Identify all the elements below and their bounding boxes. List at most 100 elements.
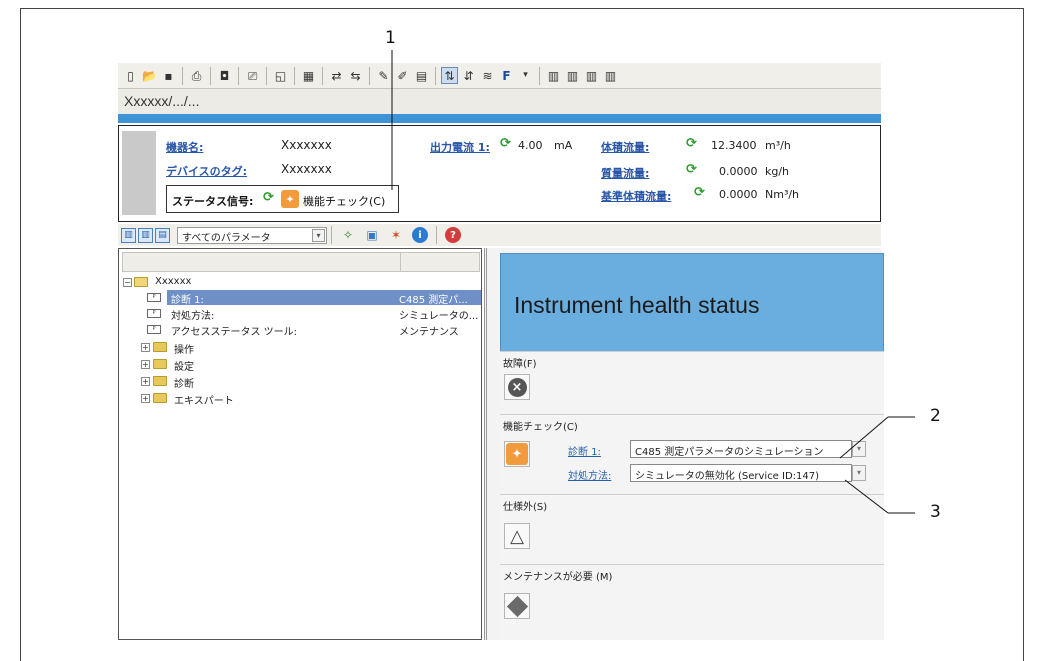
parameter-icon: P <box>147 309 161 318</box>
tree-folder-operation[interactable]: + 操作 <box>119 340 481 356</box>
parameter-icon[interactable]: ≋ <box>479 67 496 84</box>
callout-1: 1 <box>385 28 396 48</box>
toolbar-divider <box>322 66 323 85</box>
wizard-icon[interactable]: ✧ <box>340 227 356 243</box>
tree-leaf-value: メンテナンス <box>399 327 459 338</box>
output-current-label[interactable]: 出力電流 1: <box>430 139 490 155</box>
layout-1-icon[interactable]: ▥ <box>121 227 136 243</box>
tree-leaf-label: 診断 1: <box>171 295 204 306</box>
chart-icon[interactable]: ▥ <box>602 67 619 84</box>
callout-3: 3 <box>930 502 941 522</box>
diagnostic-field[interactable]: C485 測定パラメータのシミュレーション <box>630 440 852 458</box>
tree-root[interactable]: − Xxxxxx <box>119 275 481 290</box>
failure-section: 故障(F) × <box>500 351 884 414</box>
help-icon[interactable]: ? <box>445 227 461 243</box>
tree-leaf-access-status[interactable]: P アクセスステータス ツール: メンテナンス <box>119 322 481 338</box>
refresh-icon: ⟳ <box>686 136 697 151</box>
chart-icon[interactable]: ▥ <box>564 67 581 84</box>
layout-2-icon[interactable]: ▥ <box>138 227 153 243</box>
out-of-spec-icon-box: △ <box>504 523 530 549</box>
diagnostic-label[interactable]: 診断 1: <box>568 443 601 458</box>
device-header-panel: 機器名: Xxxxxxx デバイスのタグ: Xxxxxxx ステータス信号: ⟳… <box>118 125 881 222</box>
wrench-icon: ✦ <box>281 190 299 208</box>
favorite-icon[interactable]: ✶ <box>388 227 404 243</box>
info-icon[interactable]: i <box>412 227 428 243</box>
toolbar-divider <box>331 226 332 244</box>
chart-icon[interactable]: ▥ <box>583 67 600 84</box>
chevron-down-icon[interactable]: ▾ <box>852 465 866 481</box>
function-check-icon-box: ✦ <box>504 441 530 467</box>
save-icon[interactable]: ▪ <box>160 67 177 84</box>
device-name-label[interactable]: 機器名: <box>166 139 203 155</box>
device-icon[interactable]: ◘ <box>216 67 233 84</box>
remedy-label[interactable]: 対処方法: <box>568 467 611 482</box>
corrected-volume-flow-label[interactable]: 基準体積流量: <box>601 188 671 204</box>
breadcrumb: Xxxxxx/.../... <box>118 89 881 114</box>
chevron-down-icon[interactable]: ▾ <box>852 441 866 457</box>
chevron-down-icon[interactable]: ▾ <box>312 228 325 242</box>
new-document-icon[interactable]: ▯ <box>122 67 139 84</box>
tree-leaf-value: シミュレータの... <box>399 311 479 322</box>
pen-icon[interactable]: ✐ <box>394 67 411 84</box>
online-icon[interactable]: ⇅ <box>441 67 458 84</box>
offline-icon[interactable]: ⇵ <box>460 67 477 84</box>
toolbar-divider <box>294 66 295 85</box>
device-tag-label[interactable]: デバイスのタグ: <box>166 163 247 179</box>
window-icon[interactable]: ◱ <box>272 67 289 84</box>
volume-flow-value: 12.3400 <box>711 139 757 152</box>
parameter-filter-select[interactable]: すべてのパラメータ ▾ <box>177 226 327 244</box>
remedy-field[interactable]: シミュレータの無効化 (Service ID:147) <box>630 464 852 482</box>
function-button[interactable]: F <box>498 67 515 84</box>
corrected-volume-flow-value: 0.0000 <box>719 188 758 201</box>
layout-3-icon[interactable]: ▤ <box>155 227 170 243</box>
chevron-down-icon[interactable]: ▾ <box>517 67 534 84</box>
expand-icon[interactable]: + <box>141 377 150 386</box>
chart-icon[interactable]: ▥ <box>545 67 562 84</box>
document-icon[interactable]: ▣ <box>364 227 380 243</box>
edit-icon[interactable]: ✎ <box>375 67 392 84</box>
status-signal-label: ステータス信号: <box>172 195 254 208</box>
failure-icon-box: × <box>504 374 530 400</box>
corrected-volume-flow-unit: Nm³/h <box>765 188 800 201</box>
grid-icon[interactable]: ▦ <box>300 67 317 84</box>
refresh-icon: ⟳ <box>500 136 511 151</box>
mass-flow-label[interactable]: 質量流量: <box>601 165 649 181</box>
folder-icon <box>153 393 167 403</box>
output-current-value: 4.00 <box>518 139 543 152</box>
expand-icon[interactable]: + <box>141 360 150 369</box>
status-signal-box: ステータス信号: ⟳ ✦ 機能チェック(C) <box>166 185 399 213</box>
refresh-icon: ⟳ <box>694 185 705 200</box>
function-check-title: 機能チェック(C) <box>503 422 578 433</box>
tree-folder-diagnostics[interactable]: + 診断 <box>119 374 481 390</box>
status-signal-value: 機能チェック(C) <box>303 195 386 208</box>
collapse-icon[interactable]: − <box>123 278 132 287</box>
tree-leaf-diagnostic[interactable]: P 診断 1: C485 測定パ... <box>119 290 481 306</box>
expand-icon[interactable]: + <box>141 394 150 403</box>
toolbar-divider <box>369 66 370 85</box>
expand-icon[interactable]: + <box>141 343 150 352</box>
print-icon[interactable]: ⎙ <box>188 67 205 84</box>
main-toolbar: ▯ 📂 ▪ ⎙ ◘ ⎚ ◱ ▦ ⇄ ⇆ ✎ ✐ ▤ ⇅ ⇵ ≋ F ▾ ▥ ▥ … <box>118 63 881 89</box>
volume-flow-label[interactable]: 体積流量: <box>601 139 649 155</box>
tree-folder-expert[interactable]: + エキスパート <box>119 391 481 407</box>
print-preview-icon[interactable]: ⎚ <box>244 67 261 84</box>
device-image-placeholder <box>122 131 156 215</box>
out-of-spec-title: 仕様外(S) <box>503 502 548 513</box>
open-folder-icon[interactable]: 📂 <box>141 67 158 84</box>
tree-folder-label: エキスパート <box>174 396 234 407</box>
calc-icon[interactable]: ▤ <box>413 67 430 84</box>
tree-folder-label: 診断 <box>174 379 194 390</box>
wrench-icon: ✦ <box>506 443 528 465</box>
parameter-icon: P <box>147 325 161 334</box>
connect-icon[interactable]: ⇄ <box>328 67 345 84</box>
tree-leaf-remedy[interactable]: P 対処方法: シミュレータの... <box>119 306 481 322</box>
function-check-section: 機能チェック(C) ✦ 診断 1: C485 測定パラメータのシミュレーション … <box>500 414 884 494</box>
parameter-tree-panel: − Xxxxxx P 診断 1: C485 測定パ... P 対処方法: シミュ… <box>118 248 482 640</box>
column-divider[interactable] <box>400 253 401 271</box>
tree-root-label: Xxxxxx <box>155 276 192 287</box>
disconnect-icon[interactable]: ⇆ <box>347 67 364 84</box>
parameter-filter-value: すべてのパラメータ <box>182 232 271 244</box>
tree-folder-setup[interactable]: + 設定 <box>119 357 481 373</box>
view-toolbar: ▥ ▥ ▤ すべてのパラメータ ▾ ✧ ▣ ✶ i ? <box>118 224 881 246</box>
title-strip <box>118 114 881 123</box>
